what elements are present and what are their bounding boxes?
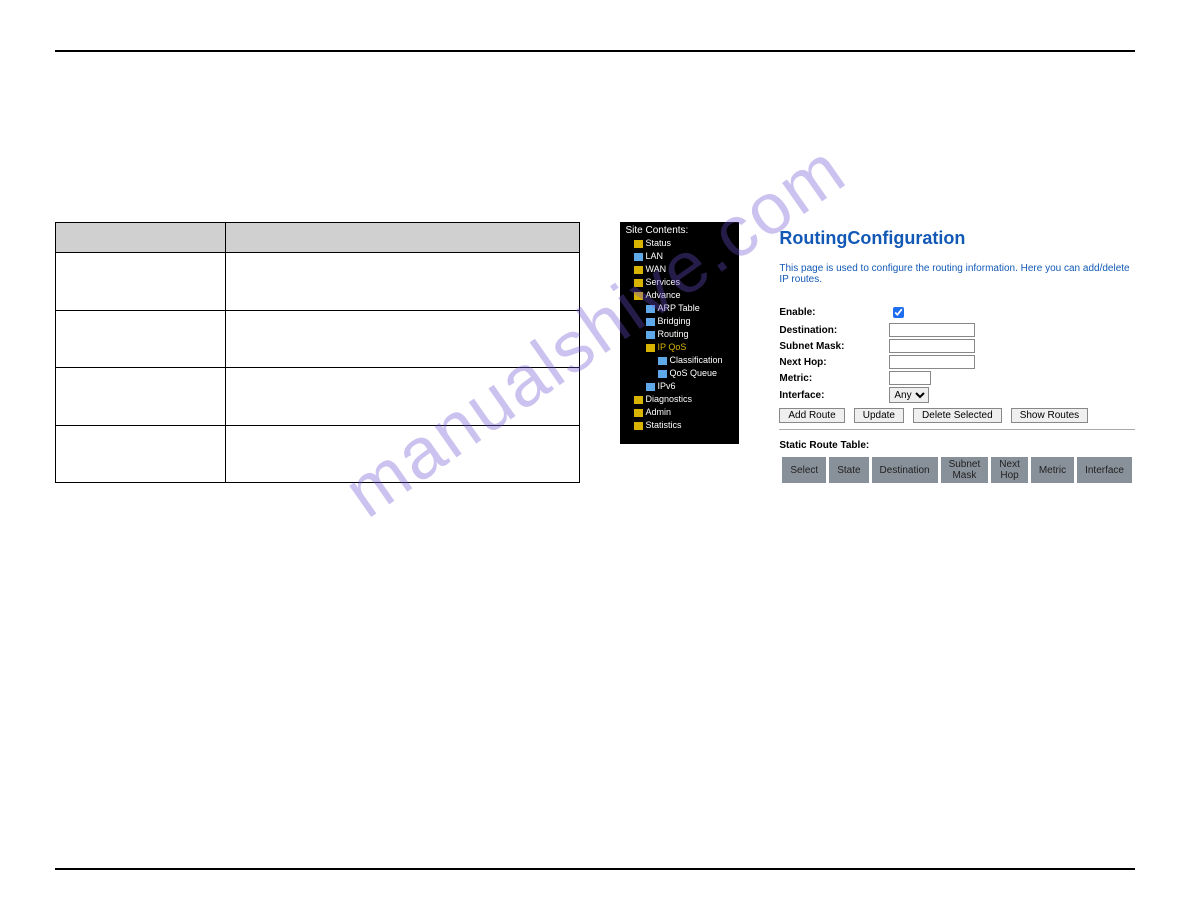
sidebar-item-bridging[interactable]: Bridging bbox=[624, 315, 740, 328]
delete-selected-button[interactable]: Delete Selected bbox=[913, 408, 1002, 423]
sidebar-item-statistics[interactable]: Statistics bbox=[624, 419, 740, 432]
page-icon bbox=[646, 383, 655, 391]
col-next-hop: Next Hop bbox=[991, 457, 1028, 483]
sidebar-item-status[interactable]: Status bbox=[624, 237, 740, 250]
page-icon bbox=[658, 357, 667, 365]
folder-icon bbox=[634, 396, 643, 404]
destination-label: Destination: bbox=[779, 322, 889, 338]
site-contents-sidebar: Site Contents: Status LAN WAN Services A… bbox=[620, 222, 740, 444]
folder-icon bbox=[634, 279, 643, 287]
sidebar-item-qos-queue[interactable]: QoS Queue bbox=[624, 367, 740, 380]
metric-input[interactable] bbox=[889, 371, 931, 385]
page-icon bbox=[646, 305, 655, 313]
show-routes-button[interactable]: Show Routes bbox=[1011, 408, 1088, 423]
folder-icon bbox=[634, 292, 643, 300]
next-hop-label: Next Hop: bbox=[779, 354, 889, 370]
table-row bbox=[56, 310, 580, 368]
sidebar-item-advance[interactable]: Advance bbox=[624, 289, 740, 302]
table-row bbox=[56, 253, 580, 311]
col-destination: Destination bbox=[872, 457, 938, 483]
sidebar-item-arp-table[interactable]: ARP Table bbox=[624, 302, 740, 315]
separator bbox=[779, 429, 1135, 430]
metric-label: Metric: bbox=[779, 370, 889, 386]
subnet-mask-label: Subnet Mask: bbox=[779, 338, 889, 354]
sidebar-item-lan[interactable]: LAN bbox=[624, 250, 740, 263]
col-subnet-mask: Subnet Mask bbox=[941, 457, 989, 483]
button-row: Add Route Update Delete Selected Show Ro… bbox=[779, 408, 1135, 423]
next-hop-input[interactable] bbox=[889, 355, 975, 369]
interface-select[interactable]: Any bbox=[889, 387, 929, 403]
sidebar-item-routing[interactable]: Routing bbox=[624, 328, 740, 341]
update-button[interactable]: Update bbox=[854, 408, 904, 423]
routing-config-panel: RoutingConfiguration This page is used t… bbox=[779, 222, 1135, 483]
sidebar-item-ip-qos[interactable]: IP QoS bbox=[624, 341, 740, 354]
top-rule bbox=[55, 50, 1135, 52]
col-metric: Metric bbox=[1031, 457, 1074, 483]
sidebar-item-ipv6[interactable]: IPv6 bbox=[624, 380, 740, 393]
page-icon bbox=[646, 318, 655, 326]
table-header-field bbox=[56, 223, 226, 253]
field-description-table bbox=[55, 222, 580, 483]
sidebar-item-classification[interactable]: Classification bbox=[624, 354, 740, 367]
folder-icon bbox=[634, 266, 643, 274]
page-description: This page is used to configure the routi… bbox=[779, 263, 1135, 285]
sidebar-item-services[interactable]: Services bbox=[624, 276, 740, 289]
sidebar-item-diagnostics[interactable]: Diagnostics bbox=[624, 393, 740, 406]
folder-icon bbox=[634, 409, 643, 417]
sidebar-item-wan[interactable]: WAN bbox=[624, 263, 740, 276]
bottom-rule bbox=[55, 868, 1135, 870]
page-icon bbox=[658, 370, 667, 378]
destination-input[interactable] bbox=[889, 323, 975, 337]
page-icon bbox=[646, 331, 655, 339]
folder-icon bbox=[634, 422, 643, 430]
static-route-table-title: Static Route Table: bbox=[779, 440, 1135, 451]
enable-label: Enable: bbox=[779, 303, 889, 322]
table-header-description bbox=[226, 223, 580, 253]
routing-form: Enable: Destination: Subnet Mask: Next H… bbox=[779, 303, 979, 404]
table-row bbox=[56, 425, 580, 483]
page-title: RoutingConfiguration bbox=[779, 228, 1135, 249]
static-route-table: Select State Destination Subnet Mask Nex… bbox=[779, 457, 1135, 483]
folder-icon bbox=[634, 240, 643, 248]
sidebar-item-admin[interactable]: Admin bbox=[624, 406, 740, 419]
table-row bbox=[56, 368, 580, 426]
col-interface: Interface bbox=[1077, 457, 1132, 483]
page-icon bbox=[634, 253, 643, 261]
subnet-mask-input[interactable] bbox=[889, 339, 975, 353]
col-state: State bbox=[829, 457, 868, 483]
enable-checkbox[interactable] bbox=[893, 307, 904, 318]
col-select: Select bbox=[782, 457, 826, 483]
folder-icon bbox=[646, 344, 655, 352]
add-route-button[interactable]: Add Route bbox=[779, 408, 844, 423]
interface-label: Interface: bbox=[779, 386, 889, 404]
sidebar-title: Site Contents: bbox=[624, 224, 740, 237]
